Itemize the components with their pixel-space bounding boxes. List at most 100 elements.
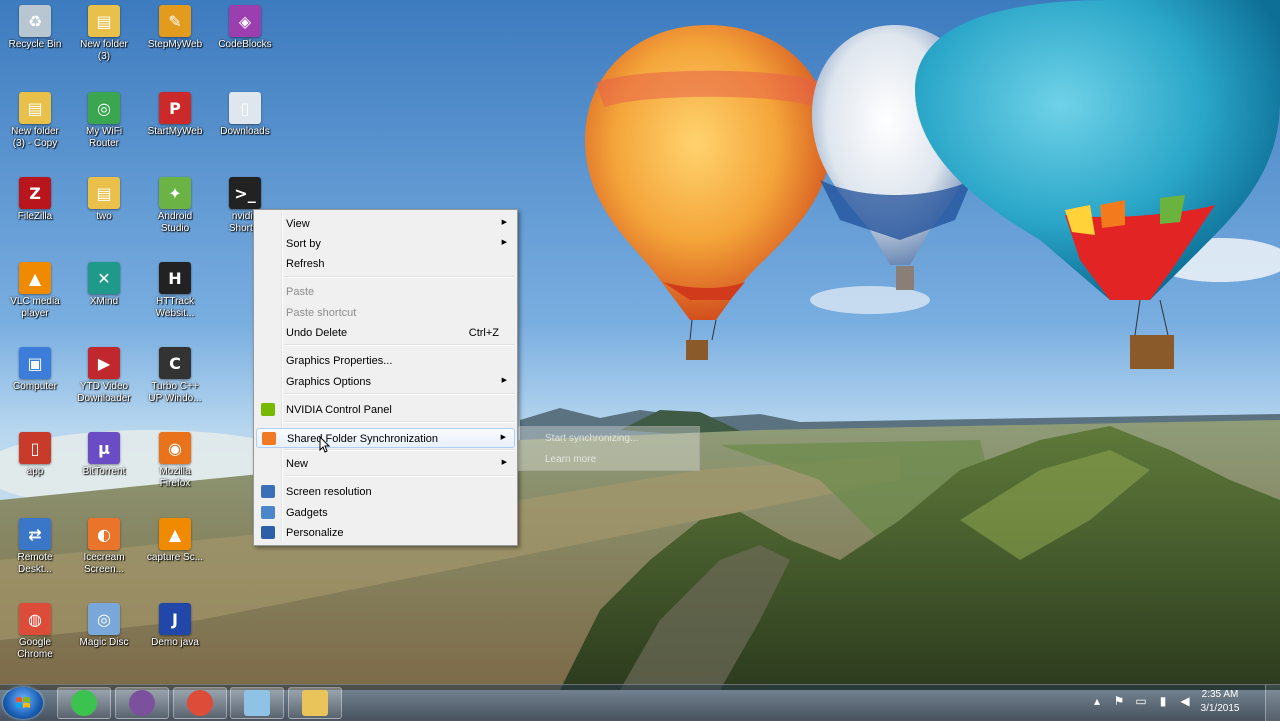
desktop-icon[interactable]: ▶ YTD Video Downloader	[71, 347, 137, 405]
desktop-icon[interactable]: ◈ CodeBlocks	[212, 5, 278, 51]
turbo-cpp-icon: C	[159, 347, 191, 379]
menu-item-label: New	[286, 458, 309, 470]
desktop-icon[interactable]: H HTTrack Websit...	[142, 262, 208, 320]
context-menu-item-gadgets[interactable]: Gadgets	[256, 503, 515, 523]
folder-icon: ▤	[88, 177, 120, 209]
desktop-icon-label: Google Chrome	[17, 637, 53, 660]
submenu-arrow-icon: ▶	[501, 239, 507, 246]
context-menu-item-view[interactable]: View ▶	[256, 214, 515, 234]
show-desktop-button[interactable]	[1265, 685, 1280, 721]
menu-separator	[284, 344, 514, 346]
desktop-icon[interactable]: ✦ Android Studio	[142, 177, 208, 235]
taskbar-button-chrome[interactable]	[173, 687, 227, 719]
desktop-icon-label: XMind	[89, 296, 119, 307]
desktop-icon[interactable]: ◐ Icecream Screen...	[71, 518, 137, 576]
context-menu-item-paste-shortcut[interactable]: Paste shortcut	[256, 303, 515, 323]
network-icon[interactable]: ▮	[1156, 694, 1170, 708]
menu-item-label: View	[286, 218, 310, 230]
desktop-icon[interactable]: ◎ Magic Disc	[71, 603, 137, 649]
desktop-icon-label: StepMyWeb	[147, 39, 203, 50]
menu-item-label: Sort by	[286, 238, 321, 250]
taskbar-button-file-explorer[interactable]	[288, 687, 342, 719]
desktop-icon[interactable]: ▯ app	[2, 432, 68, 478]
desktop-icon[interactable]: J Demo java	[142, 603, 208, 649]
menu-item-label: Shared Folder Synchronization	[287, 433, 439, 445]
context-menu-item-new[interactable]: New ▶	[256, 454, 515, 474]
terminal-icon: >_	[229, 177, 261, 209]
personalize-icon	[261, 526, 275, 539]
desktop-icon[interactable]: C Turbo C++ UP Windo...	[142, 347, 208, 405]
wifi-router-icon: ◎	[88, 92, 120, 124]
desktop-icon[interactable]: ◉ Mozilla Firefox	[142, 432, 208, 490]
vlc-icon: ▲	[19, 262, 51, 294]
context-menu-item-graphics-properties[interactable]: Graphics Properties...	[256, 351, 515, 371]
display-icon[interactable]: ▭	[1134, 694, 1148, 708]
taskbar-button-whatsapp[interactable]	[57, 687, 111, 719]
desktop-icon[interactable]: µ BitTorrent	[71, 432, 137, 478]
stepmyweb-icon: ✎	[159, 5, 191, 37]
context-menu-item-sort-by[interactable]: Sort by ▶	[256, 234, 515, 254]
desktop-context-menu: View ▶ Sort by ▶ Refresh Paste Paste shortcut U…	[253, 209, 518, 546]
menu-separator	[284, 475, 514, 477]
menu-item-label: Screen resolution	[286, 486, 372, 498]
desktop-icon-label: Mozilla Firefox	[159, 466, 191, 489]
chrome-icon	[187, 690, 213, 716]
menu-separator	[284, 421, 514, 423]
taskbar: ▴ ⚑ ▭ ▮ ◀ 2:35 AM 3/1/2015	[0, 684, 1280, 721]
desktop-icon[interactable]: P StartMyWeb	[142, 92, 208, 138]
context-menu-item-screen-resolution[interactable]: Screen resolution	[256, 482, 515, 502]
sync-icon	[262, 432, 276, 445]
submenu-item-learn-more[interactable]: Learn more	[545, 454, 596, 465]
windows-start-icon[interactable]	[3, 687, 43, 719]
menu-item-label: Graphics Options	[286, 376, 371, 388]
httrack-icon: H	[159, 262, 191, 294]
menu-separator	[284, 393, 514, 395]
vlc-icon: ▲	[159, 518, 191, 550]
filezilla-icon: Z	[19, 177, 51, 209]
desktop-icon-label: New folder (3) - Copy	[11, 126, 59, 149]
desktop-icon[interactable]: ⇄ Remote Deskt...	[2, 518, 68, 576]
context-menu-item-shared-folder-synchronization[interactable]: Shared Folder Synchronization ▶	[256, 428, 515, 448]
context-menu-item-paste[interactable]: Paste	[256, 282, 515, 302]
desktop-icon[interactable]: Z FileZilla	[2, 177, 68, 223]
show-hidden-icons-icon[interactable]: ▴	[1090, 694, 1104, 708]
desktop-icon[interactable]: ◎ My WiFi Router	[71, 92, 137, 150]
desktop-icon[interactable]: ✎ StepMyWeb	[142, 5, 208, 51]
context-menu-item-nvidia-control-panel[interactable]: NVIDIA Control Panel	[256, 400, 515, 420]
file-explorer-icon	[302, 690, 328, 716]
desktop-icon[interactable]: ◍ Google Chrome	[2, 603, 68, 661]
context-menu-item-refresh[interactable]: Refresh	[256, 254, 515, 274]
desktop-icon[interactable]: ✕ XMind	[71, 262, 137, 308]
clock-date: 3/1/2015	[1200, 703, 1240, 714]
desktop-icon[interactable]: ▣ Computer	[2, 347, 68, 393]
shared-folder-sync-submenu: Start synchronizing... Learn more	[518, 426, 700, 471]
system-clock[interactable]: 2:35 AM 3/1/2015	[1190, 688, 1250, 716]
context-menu-item-undo-delete[interactable]: Undo Delete Ctrl+Z	[256, 323, 515, 343]
desktop-icon-label: two	[96, 211, 112, 222]
desktop-icon[interactable]: ♻ Recycle Bin	[2, 5, 68, 51]
desktop-icon[interactable]: ▯ Downloads	[212, 92, 278, 138]
context-menu-item-personalize[interactable]: Personalize	[256, 523, 515, 543]
clock-time: 2:35 AM	[1201, 689, 1239, 700]
submenu-arrow-icon: ▶	[500, 434, 506, 441]
taskbar-button-notepad[interactable]	[230, 687, 284, 719]
submenu-arrow-icon: ▶	[501, 459, 507, 466]
desktop-icon-label: capture Sc...	[146, 552, 204, 563]
menu-item-label: Personalize	[286, 527, 344, 539]
desktop-icon-label: Android Studio	[157, 211, 193, 234]
submenu-item-start-synchronizing[interactable]: Start synchronizing...	[545, 433, 638, 444]
desktop-icon[interactable]: ▲ VLC media player	[2, 262, 68, 320]
context-menu-item-graphics-options[interactable]: Graphics Options ▶	[256, 372, 515, 392]
desktop-icon-label: Computer	[13, 381, 57, 392]
menu-separator	[284, 276, 514, 278]
desktop-icon[interactable]: ▤ two	[71, 177, 137, 223]
folder-icon: ▤	[88, 5, 120, 37]
taskbar-button-viber[interactable]	[115, 687, 169, 719]
desktop-icon-label: Downloads	[220, 126, 270, 137]
desktop-icon[interactable]: ▲ capture Sc...	[142, 518, 208, 564]
desktop-icon[interactable]: ▤ New folder (3)	[71, 5, 137, 63]
document-icon: ▯	[19, 432, 51, 464]
desktop-icon[interactable]: ▤ New folder (3) - Copy	[2, 92, 68, 150]
desktop-icon-label: BitTorrent	[82, 466, 126, 477]
action-center-flag-icon[interactable]: ⚑	[1112, 694, 1126, 708]
